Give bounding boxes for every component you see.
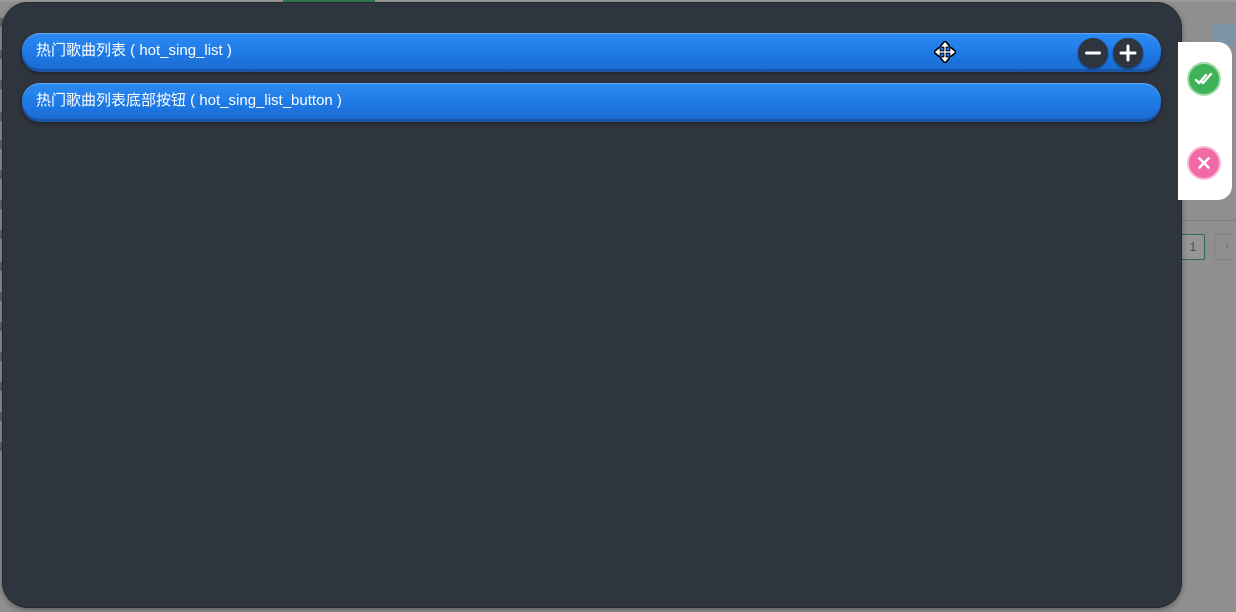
- pagination-page-1[interactable]: 1: [1181, 234, 1205, 260]
- minus-icon: [1085, 51, 1101, 55]
- cancel-button[interactable]: [1187, 146, 1221, 180]
- expand-button[interactable]: [1113, 38, 1143, 68]
- block-row-label: 热门歌曲列表底部按钮 ( hot_sing_list_button ): [36, 92, 342, 109]
- block-row-label: 热门歌曲列表 ( hot_sing_list ): [36, 42, 232, 59]
- close-icon: [1198, 157, 1210, 169]
- double-check-icon: [1194, 72, 1213, 85]
- move-icon[interactable]: [933, 40, 957, 64]
- collapse-button[interactable]: [1078, 38, 1108, 68]
- pagination-next-button[interactable]: ›: [1214, 234, 1236, 260]
- background-divider: [1182, 220, 1236, 221]
- confirm-button[interactable]: [1187, 62, 1221, 96]
- block-row-hot-sing-list-button[interactable]: 热门歌曲列表底部按钮 ( hot_sing_list_button ): [22, 83, 1161, 119]
- side-action-popup: [1178, 42, 1232, 200]
- plus-icon: [1119, 44, 1137, 62]
- block-row-hot-sing-list[interactable]: 热门歌曲列表 ( hot_sing_list ): [22, 33, 1161, 69]
- block-panel: 热门歌曲列表 ( hot_sing_list ) 热门歌曲列表底部按钮 ( ho…: [2, 2, 1182, 608]
